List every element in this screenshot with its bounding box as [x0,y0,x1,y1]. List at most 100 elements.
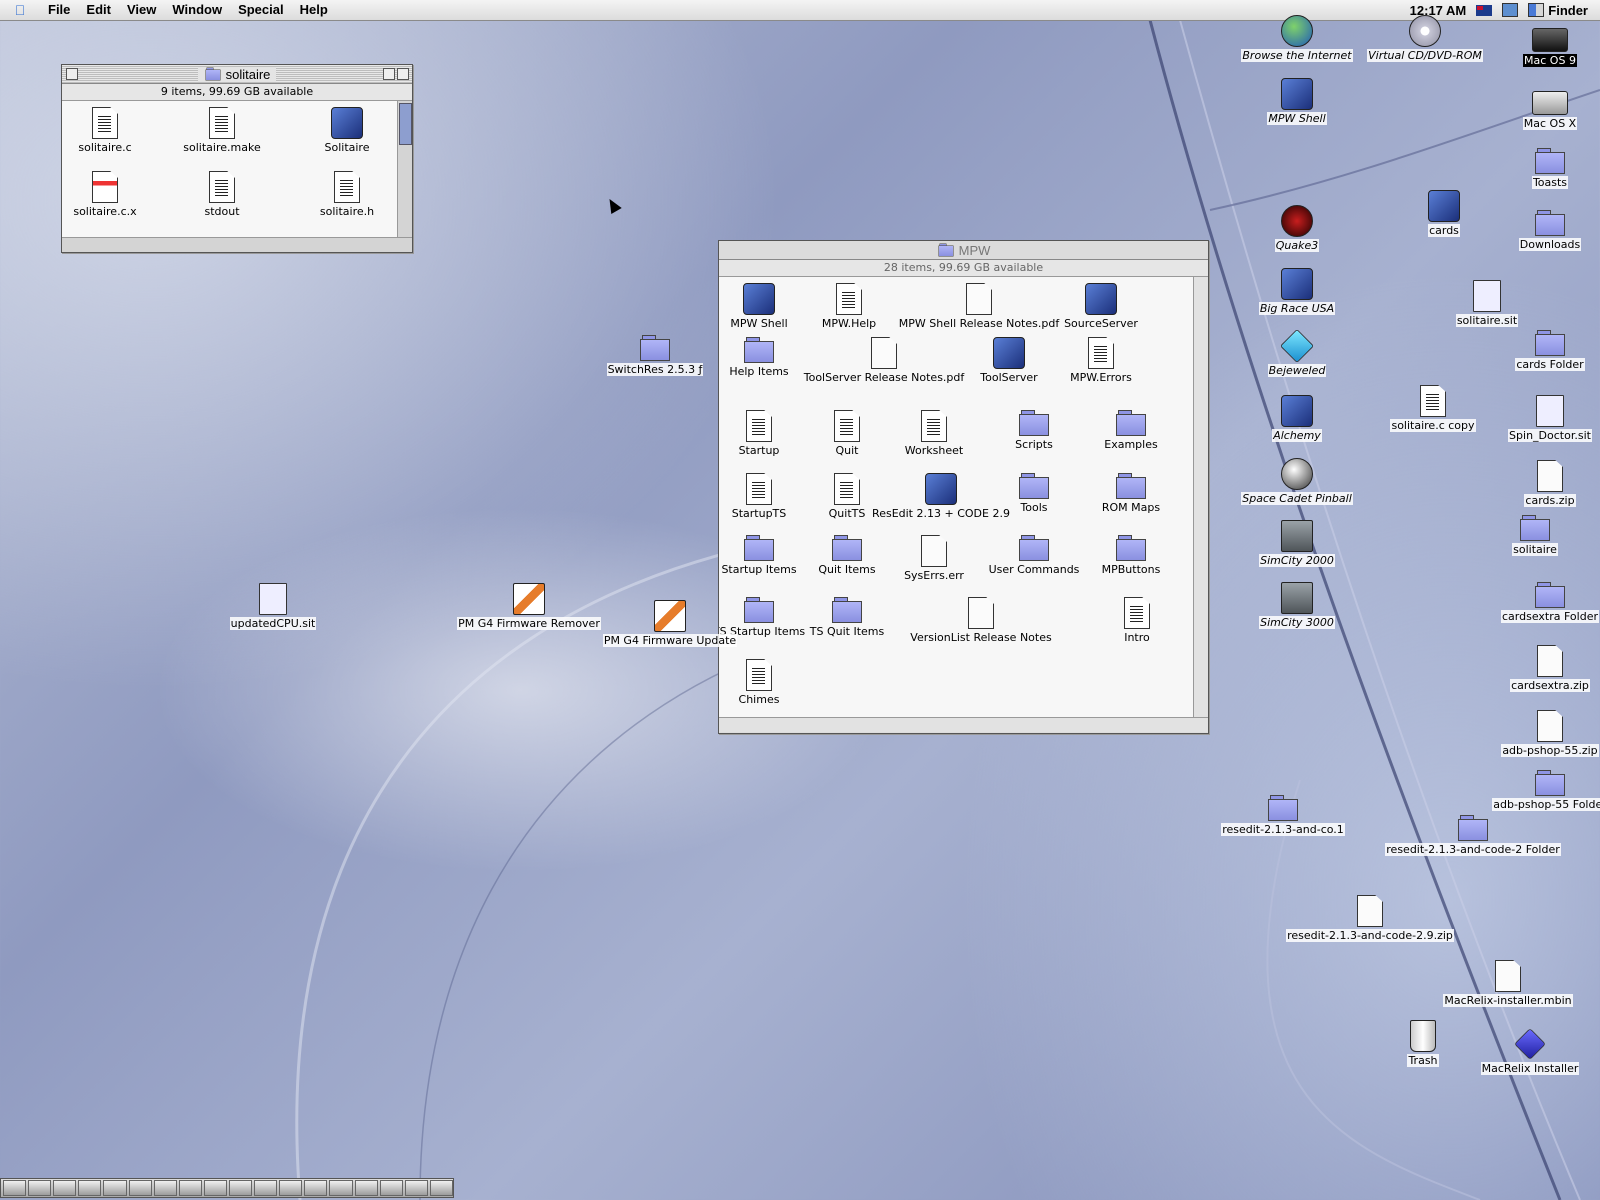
control-strip-button-5[interactable] [103,1180,127,1196]
file-icon-solitaire-h[interactable]: solitaire.h [292,171,402,218]
control-strip-button-3[interactable] [53,1180,77,1196]
menu-special[interactable]: Special [230,0,292,20]
control-strip[interactable] [0,1178,454,1198]
mpw-item-user-commands[interactable]: User Commands [979,535,1089,576]
desktop-item-cards-zip[interactable]: cards.zip [1495,460,1600,507]
file-icon-solitaire-c-x[interactable]: solitaire.c.x [62,171,160,218]
desktop-item-spin-doctor-sit[interactable]: Spin_Doctor.sit [1495,395,1600,442]
mpw-item-tools[interactable]: Tools [979,473,1089,514]
control-strip-button-18[interactable] [429,1180,453,1196]
mpw-item-intro[interactable]: Intro [1082,597,1192,644]
menu-help[interactable]: Help [292,0,336,20]
vertical-scrollbar[interactable] [1193,277,1208,717]
desktop-item-resedit-2-1-3-and-co-1[interactable]: resedit-2.1.3-and-co.1 [1221,795,1345,836]
control-strip-button-9[interactable] [203,1180,227,1196]
mpw-item-toolserver-release-notes-pdf[interactable]: ToolServer Release Notes.pdf [804,337,964,384]
apple-menu-icon[interactable]:  [0,2,40,18]
file-icon-stdout[interactable]: stdout [167,171,277,218]
control-strip-button-10[interactable] [228,1180,253,1196]
menu-window[interactable]: Window [164,0,230,20]
mpw-item-mpbuttons[interactable]: MPButtons [1076,535,1186,576]
menu-file[interactable]: File [40,0,78,20]
file-icon-solitaire-make[interactable]: solitaire.make [167,107,277,154]
solitaire-window-titlebar[interactable]: solitaire [62,65,412,84]
desktop-item-virtual-cd-dvd-rom[interactable]: Virtual CD/DVD-ROM [1367,15,1483,62]
control-strip-button-14[interactable] [329,1180,353,1196]
close-box-icon[interactable] [66,68,78,80]
mpw-window-titlebar[interactable]: MPW [719,241,1208,260]
desktop-item-trash[interactable]: Trash [1368,1020,1478,1067]
desktop-item-macrelix-installer-mbin[interactable]: MacRelix-installer.mbin [1443,960,1573,1007]
mpw-item-help-items[interactable]: Help Items [719,337,814,378]
menu-view[interactable]: View [119,0,164,20]
folder-icon [1520,515,1550,541]
desktop-item-adb-pshop-55-folder[interactable]: adb-pshop-55 Folder [1492,770,1600,811]
control-strip-button-4[interactable] [78,1180,102,1196]
desktop-item-switchres-2-5-3[interactable]: SwitchRes 2.5.3 ƒ [600,335,710,376]
desktop-item-cardsextra-folder[interactable]: cardsextra Folder [1495,582,1600,623]
desktop-item-mpw-shell[interactable]: MPW Shell [1242,78,1352,125]
control-strip-button-1[interactable] [3,1180,27,1196]
desktop-item-updatedcpu-sit[interactable]: updatedCPU.sit [218,583,328,630]
control-strip-button-13[interactable] [304,1180,328,1196]
mpw-item-syserrs-err[interactable]: SysErrs.err [879,535,989,582]
desktop-item-cards-folder[interactable]: cards Folder [1495,330,1600,371]
mpw-item-mpw-shell-release-notes-pdf[interactable]: MPW Shell Release Notes.pdf [899,283,1059,330]
desktop-item-alchemy[interactable]: Alchemy [1242,395,1352,442]
desktop-item-space-cadet-pinball[interactable]: Space Cadet Pinball [1241,458,1353,505]
desktop-item-macrelix-installer[interactable]: MacRelix Installer [1475,1028,1585,1075]
keyboard-layout-flag-icon[interactable] [1476,4,1493,16]
desktop-item-cardsextra-zip[interactable]: cardsextra.zip [1495,645,1600,692]
mpw-item-sourceserver[interactable]: SourceServer [1046,283,1156,330]
vertical-scrollbar[interactable] [397,101,412,237]
desktop-item-solitaire[interactable]: solitaire [1480,515,1590,556]
control-strip-button-7[interactable] [153,1180,177,1196]
desktop-item-resedit-2-1-3-and-code-2-9-zip[interactable]: resedit-2.1.3-and-code-2.9.zip [1286,895,1454,942]
desktop-item-cards[interactable]: cards [1389,190,1499,237]
desktop-item-browse-the-internet[interactable]: Browse the Internet [1241,15,1353,62]
desktop-item-big-race-usa[interactable]: Big Race USA [1242,268,1352,315]
mpw-item-versionlist-release-notes[interactable]: VersionList Release Notes [910,597,1052,644]
mpw-item-scripts[interactable]: Scripts [979,410,1089,451]
desktop-item-pm-g4-firmware-remover[interactable]: PM G4 Firmware Remover [457,583,601,630]
desktop-item-mac-os-9[interactable]: Mac OS 9 [1495,22,1600,67]
control-strip-button-15[interactable] [354,1180,378,1196]
mpw-item-mpw-errors[interactable]: MPW.Errors [1046,337,1156,384]
horizontal-scrollbar[interactable] [62,237,412,252]
file-icon-solitaire-c[interactable]: solitaire.c [62,107,160,154]
file-icon-solitaire-app[interactable]: Solitaire [292,107,402,154]
desktop-item-simcity-3000[interactable]: SimCity 3000 [1242,582,1352,629]
desktop-item-quake3[interactable]: Quake3 [1242,205,1352,252]
control-strip-button-11[interactable] [254,1180,278,1196]
application-menu[interactable]: Finder [1528,3,1588,18]
desktop-item-bejeweled[interactable]: Bejeweled [1242,329,1352,377]
desktop-item-resedit-2-1-3-and-code-2-folder[interactable]: resedit-2.1.3-and-code-2 Folder [1385,815,1561,856]
desktop-item-solitaire-c-copy[interactable]: solitaire.c copy [1378,385,1488,432]
mpw-item-ts-quit-items[interactable]: TS Quit Items [792,597,902,638]
control-strip-button-16[interactable] [379,1180,403,1196]
control-strip-button-8[interactable] [178,1180,202,1196]
collapse-box-icon[interactable] [397,68,409,80]
mpw-item-chimes[interactable]: Chimes [719,659,814,706]
solitaire-window: solitaire 9 items, 99.69 GB available so… [61,64,413,253]
mpw-item-examples[interactable]: Examples [1076,410,1186,451]
zoom-box-icon[interactable] [383,68,395,80]
desktop-item-mac-os-x[interactable]: Mac OS X [1495,85,1600,130]
monitor-icon[interactable] [1502,3,1519,17]
desktop-item-solitaire-sit[interactable]: solitaire.sit [1432,280,1542,327]
desktop-item-pm-g4-firmware-update[interactable]: PM G4 Firmware Update [602,600,738,647]
control-strip-button-6[interactable] [128,1180,152,1196]
control-strip-button-17[interactable] [404,1180,428,1196]
desktop-item-downloads[interactable]: Downloads [1495,210,1600,251]
mpw-item-mpw-help[interactable]: MPW.Help [794,283,904,330]
mpw-item-worksheet[interactable]: Worksheet [879,410,989,457]
scrollbar-thumb[interactable] [399,103,412,145]
desktop-item-toasts[interactable]: Toasts [1495,148,1600,189]
control-strip-button-2[interactable] [28,1180,52,1196]
control-strip-button-12[interactable] [279,1180,303,1196]
menu-edit[interactable]: Edit [78,0,119,20]
mpw-item-rom-maps[interactable]: ROM Maps [1076,473,1186,514]
desktop-item-simcity-2000[interactable]: SimCity 2000 [1242,520,1352,567]
horizontal-scrollbar[interactable] [719,717,1208,732]
desktop-item-adb-pshop-55-zip[interactable]: adb-pshop-55.zip [1495,710,1600,757]
